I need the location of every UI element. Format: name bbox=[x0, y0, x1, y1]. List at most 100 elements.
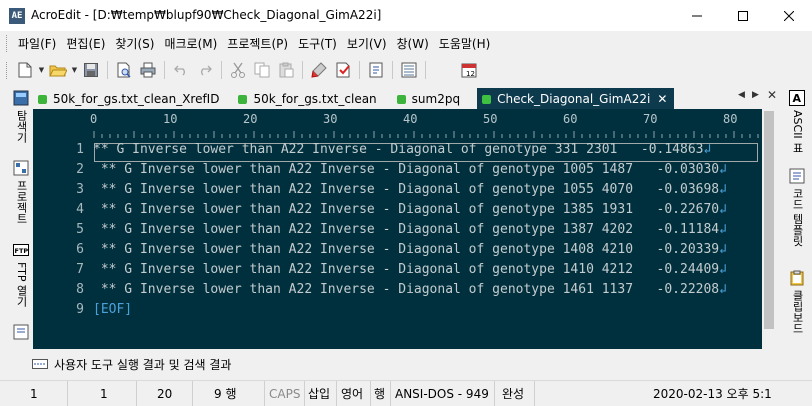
file-properties-icon bbox=[369, 62, 383, 78]
line-number: 3 bbox=[76, 182, 84, 197]
status-autocomplete[interactable]: 완성 bbox=[495, 380, 535, 406]
print-icon bbox=[140, 62, 156, 78]
open-button[interactable] bbox=[47, 59, 69, 81]
status-line-count: 9 행 bbox=[193, 380, 265, 406]
extra-left-tab[interactable] bbox=[8, 324, 34, 344]
new-file-button[interactable] bbox=[14, 59, 36, 81]
code-line[interactable]: ** G Inverse lower than A22 Inverse - Di… bbox=[93, 162, 727, 177]
highlight-button[interactable] bbox=[308, 59, 330, 81]
clipboard-tab[interactable]: 클립보드 bbox=[784, 270, 810, 334]
line-number: 9 bbox=[76, 302, 84, 317]
code-line[interactable]: ** G Inverse lower than A22 Inverse - Di… bbox=[93, 222, 727, 237]
file-properties-button[interactable] bbox=[365, 59, 387, 81]
close-button[interactable] bbox=[766, 0, 812, 31]
code-line[interactable]: ** G Inverse lower than A22 Inverse - Di… bbox=[93, 262, 727, 277]
calendar-button[interactable]: 12 bbox=[458, 59, 480, 81]
eol-marker-icon: ↲ bbox=[719, 202, 727, 217]
ruler-label: 80 bbox=[723, 112, 738, 126]
code-line[interactable]: ** G Inverse lower than A22 Inverse - Di… bbox=[93, 282, 727, 297]
list-button[interactable] bbox=[398, 59, 420, 81]
paste-button[interactable] bbox=[275, 59, 297, 81]
ruler-label: 40 bbox=[403, 112, 418, 126]
print-preview-button[interactable] bbox=[113, 59, 135, 81]
app-logo-icon[interactable]: AE bbox=[9, 8, 25, 24]
open-dropdown[interactable]: ▼ bbox=[70, 59, 79, 81]
minimize-button[interactable] bbox=[674, 0, 720, 31]
vertical-scrollbar[interactable] bbox=[762, 109, 776, 349]
toolbar-separator bbox=[164, 61, 165, 79]
toolbar-separator bbox=[425, 61, 426, 79]
ascii-table-tab-label: ASCII 표 bbox=[791, 110, 804, 154]
code-template-icon bbox=[789, 168, 805, 184]
code-line[interactable]: ** G Inverse lower than A22 Inverse - Di… bbox=[93, 202, 727, 217]
tab-close-icon[interactable]: ✕ bbox=[657, 92, 667, 106]
cut-button[interactable] bbox=[227, 59, 249, 81]
status-insert-mode[interactable]: 삽입 bbox=[305, 380, 337, 406]
tab-clean[interactable]: 50k_for_gs.txt_clean bbox=[233, 88, 383, 109]
save-icon bbox=[84, 63, 98, 77]
bookmark-button[interactable] bbox=[332, 59, 354, 81]
ftp-tab[interactable]: FTP FTP 열기 bbox=[8, 242, 34, 307]
menu-window[interactable]: 창(W) bbox=[392, 35, 434, 52]
explorer-icon bbox=[13, 90, 29, 106]
scrollbar-thumb[interactable] bbox=[764, 111, 774, 329]
column-ruler: 0 10 20 30 40 50 60 70 80 bbox=[33, 109, 767, 140]
svg-text:12: 12 bbox=[466, 70, 475, 78]
toolbar-grip bbox=[6, 61, 9, 79]
status-column: 1 bbox=[68, 380, 137, 406]
code-template-tab-label: 코드 템플릿 bbox=[791, 188, 804, 247]
tab-sum2pq[interactable]: sum2pq bbox=[392, 88, 467, 109]
redo-button[interactable] bbox=[194, 59, 216, 81]
menu-file[interactable]: 파일(F) bbox=[13, 35, 61, 52]
ruler-label: 10 bbox=[163, 112, 178, 126]
status-input-language[interactable]: 영어 bbox=[337, 380, 371, 406]
menu-edit[interactable]: 편집(E) bbox=[61, 35, 110, 52]
menu-view[interactable]: 보기(V) bbox=[342, 35, 392, 52]
new-file-dropdown[interactable]: ▼ bbox=[37, 59, 46, 81]
ruler-label: 0 bbox=[90, 112, 98, 126]
status-datetime: 2020-02-13 오후 5:1 bbox=[653, 387, 772, 401]
code-line[interactable]: ** G Inverse lower than A22 Inverse - Di… bbox=[93, 242, 727, 257]
text-editor[interactable]: 0 10 20 30 40 50 60 70 80 1 2 3 4 5 6 7 … bbox=[33, 109, 776, 349]
tab-close-all-icon[interactable]: ✕ bbox=[767, 88, 777, 102]
menu-macro[interactable]: 매크로(M) bbox=[159, 35, 222, 52]
line-number: 7 bbox=[76, 262, 84, 277]
eol-marker-icon: ↲ bbox=[703, 142, 712, 157]
undo-button[interactable] bbox=[170, 59, 192, 81]
line-text: ** G Inverse lower than A22 Inverse - Di… bbox=[93, 222, 720, 237]
line-number: 5 bbox=[76, 222, 84, 237]
status-encoding[interactable]: ANSI-DOS - 949 bbox=[391, 380, 495, 406]
tab-xrefid[interactable]: 50k_for_gs.txt_clean_XrefID bbox=[33, 88, 226, 109]
code-template-tab[interactable]: 코드 템플릿 bbox=[784, 168, 810, 247]
status-row-mode[interactable]: 행 bbox=[371, 380, 391, 406]
maximize-button[interactable] bbox=[720, 0, 766, 31]
menu-tools[interactable]: 도구(T) bbox=[293, 35, 342, 52]
clipboard-tab-label: 클립보드 bbox=[791, 290, 804, 334]
ascii-table-tab[interactable]: A ASCII 표 bbox=[784, 90, 810, 153]
eol-marker-icon: ↲ bbox=[719, 222, 727, 237]
toolbar-separator bbox=[392, 61, 393, 79]
tab-check-diagonal[interactable]: Check_Diagonal_GimA22i ✕ bbox=[477, 88, 675, 109]
output-panel-tab[interactable]: 사용자 도구 실행 결과 및 검색 결과 bbox=[30, 352, 781, 376]
copy-button[interactable] bbox=[251, 59, 273, 81]
menu-find[interactable]: 찾기(S) bbox=[110, 35, 159, 52]
code-line[interactable]: ** G Inverse lower than A22 Inverse - Di… bbox=[93, 142, 711, 157]
tab-scroll-right-icon[interactable]: ▶ bbox=[752, 90, 759, 100]
title-bar: AE AcroEdit - [D:₩temp₩blupf90₩Check_Dia… bbox=[0, 0, 812, 31]
menu-bar: 파일(F) 편집(E) 찾기(S) 매크로(M) 프로젝트(P) 도구(T) 보… bbox=[0, 31, 812, 56]
ftp-icon: FTP bbox=[13, 244, 29, 256]
menu-help[interactable]: 도움말(H) bbox=[434, 35, 496, 52]
svg-text:A: A bbox=[793, 92, 802, 105]
calendar-icon: 12 bbox=[461, 63, 477, 78]
print-button[interactable] bbox=[137, 59, 159, 81]
menu-project[interactable]: 프로젝트(P) bbox=[222, 35, 293, 52]
minimize-icon bbox=[692, 15, 702, 16]
save-button[interactable] bbox=[80, 59, 102, 81]
document-status-icon bbox=[482, 94, 492, 104]
list-icon bbox=[401, 62, 417, 78]
tab-scroll-left-icon[interactable]: ◀ bbox=[738, 90, 745, 100]
code-line[interactable]: ** G Inverse lower than A22 Inverse - Di… bbox=[93, 182, 727, 197]
project-tab[interactable]: 프로젝트 bbox=[8, 160, 34, 224]
line-text: ** G Inverse lower than A22 Inverse - Di… bbox=[93, 202, 720, 217]
tab-label: Check_Diagonal_GimA22i bbox=[497, 92, 651, 106]
